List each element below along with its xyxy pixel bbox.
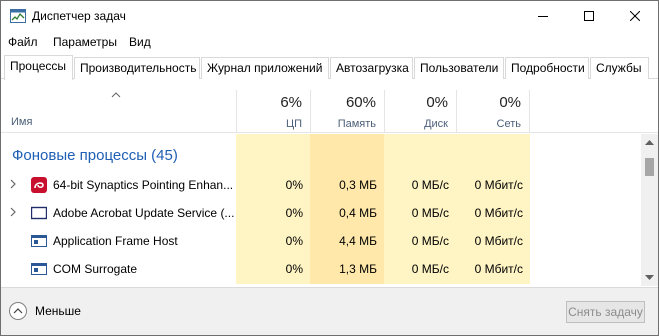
maximize-icon — [584, 11, 594, 21]
app-frame-icon — [31, 235, 47, 247]
synaptics-icon — [31, 177, 47, 193]
window-icon — [31, 206, 47, 220]
sort-ascending-icon[interactable] — [111, 92, 121, 98]
menu-view[interactable]: Вид — [129, 35, 151, 49]
process-network: 0 Мбит/с — [474, 234, 523, 248]
column-disk-header[interactable]: 0% Диск — [384, 90, 456, 133]
process-memory: 0,4 МБ — [339, 206, 377, 220]
process-cpu: 0% — [285, 178, 303, 192]
process-cpu: 0% — [285, 206, 303, 220]
chevron-right-icon[interactable] — [9, 179, 17, 189]
process-name: COM Surrogate — [53, 262, 138, 276]
scroll-up-icon[interactable] — [645, 140, 654, 146]
tab-processes[interactable]: Процессы — [4, 55, 73, 80]
process-name: 64-bit Synaptics Pointing Enhan... — [53, 178, 234, 192]
menu-file[interactable]: Файл — [8, 35, 38, 49]
footer-bar: Меньше Снять задачу — [1, 287, 658, 335]
process-memory: 4,4 МБ — [339, 234, 377, 248]
fewer-details-label: Меньше — [35, 304, 81, 318]
column-header: Имя 6% ЦП 60% Память 0% Диск 0% Сеть — [1, 90, 658, 133]
process-network: 0 Мбит/с — [474, 206, 523, 220]
scroll-down-icon[interactable] — [645, 275, 654, 281]
task-manager-icon — [10, 9, 26, 23]
app-frame-icon — [31, 263, 47, 275]
group-title-background-processes[interactable]: Фоновые процессы (45) — [12, 147, 178, 164]
cpu-total-percent: 6% — [280, 94, 302, 111]
process-name: Adobe Acrobat Update Service (... — [53, 206, 235, 220]
fewer-details-button[interactable]: Меньше — [9, 302, 81, 320]
column-network-header[interactable]: 0% Сеть — [456, 90, 530, 133]
tab-app-history[interactable]: Журнал приложений — [201, 57, 329, 79]
process-memory: 0,3 МБ — [339, 178, 377, 192]
tab-startup[interactable]: Автозагрузка — [330, 57, 413, 79]
process-network: 0 Мбит/с — [474, 262, 523, 276]
minimize-icon — [538, 16, 548, 17]
maximize-button[interactable] — [566, 1, 612, 31]
table-row[interactable]: Adobe Acrobat Update Service (... 0% 0,4… — [1, 199, 641, 227]
process-network: 0 Мбит/с — [474, 178, 523, 192]
chevron-right-icon[interactable] — [9, 207, 17, 217]
vertical-scrollbar[interactable] — [641, 134, 658, 286]
tab-performance[interactable]: Производительность — [74, 57, 200, 79]
disk-total-percent: 0% — [426, 94, 448, 111]
minimize-button[interactable] — [520, 1, 566, 31]
network-total-percent: 0% — [499, 94, 521, 111]
close-button[interactable] — [612, 1, 658, 31]
tab-users[interactable]: Пользователи — [414, 57, 504, 79]
process-disk: 0 МБ/с — [411, 262, 449, 276]
end-task-button[interactable]: Снять задачу — [566, 301, 645, 323]
process-disk: 0 МБ/с — [411, 206, 449, 220]
chevron-up-icon — [9, 302, 27, 320]
process-disk: 0 МБ/с — [411, 178, 449, 192]
table-row[interactable]: 64-bit Synaptics Pointing Enhan... 0% 0,… — [1, 171, 641, 199]
process-cpu: 0% — [285, 262, 303, 276]
window-title: Диспетчер задач — [32, 9, 126, 23]
tab-strip: Процессы Производительность Журнал прило… — [1, 55, 658, 80]
cpu-label: ЦП — [285, 118, 302, 130]
column-memory-header[interactable]: 60% Память — [310, 90, 384, 133]
process-disk: 0 МБ/с — [411, 234, 449, 248]
column-name-header[interactable]: Имя — [11, 116, 32, 128]
scrollbar-thumb[interactable] — [645, 158, 654, 176]
disk-label: Диск — [424, 118, 448, 130]
process-memory: 1,3 МБ — [339, 262, 377, 276]
tab-details[interactable]: Подробности — [505, 57, 589, 79]
close-icon — [630, 11, 640, 21]
memory-total-percent: 60% — [345, 94, 376, 111]
menu-options[interactable]: Параметры — [53, 35, 117, 49]
table-row[interactable]: COM Surrogate 0% 1,3 МБ 0 МБ/с 0 Мбит/с — [1, 255, 641, 283]
process-cpu: 0% — [285, 234, 303, 248]
column-cpu-header[interactable]: 6% ЦП — [236, 90, 310, 133]
title-bar[interactable]: Диспетчер задач — [1, 1, 658, 31]
tab-services[interactable]: Службы — [590, 57, 649, 79]
memory-label: Память — [337, 118, 376, 130]
process-name: Application Frame Host — [53, 234, 178, 248]
table-row[interactable]: Application Frame Host 0% 4,4 МБ 0 МБ/с … — [1, 227, 641, 255]
task-manager-window: Диспетчер задач Файл Параметры Вид Проце… — [0, 0, 659, 336]
network-label: Сеть — [496, 118, 521, 130]
menu-bar: Файл Параметры Вид — [1, 32, 658, 52]
